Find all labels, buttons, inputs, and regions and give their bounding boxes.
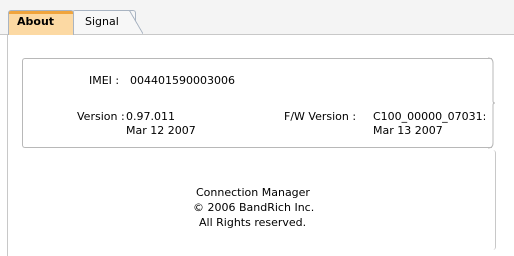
imei-label: IMEI : xyxy=(89,74,120,87)
fw-version-value: C100_00000_07031: xyxy=(373,110,485,123)
version-label: Version : xyxy=(77,110,125,123)
tab-about-label: About xyxy=(17,15,55,28)
tab-signal-edge xyxy=(129,10,143,34)
tab-about[interactable]: About xyxy=(8,10,74,35)
tab-signal-label: Signal xyxy=(85,15,119,28)
content-edge xyxy=(7,34,8,256)
about-window: Signal About IMEI : 004401590003006 Vers… xyxy=(0,0,514,256)
rights-text: All Rights reserved. xyxy=(199,216,307,229)
fw-version-date: Mar 13 2007 xyxy=(373,124,443,137)
fw-version-label: F/W Version : xyxy=(284,110,357,123)
version-date: Mar 12 2007 xyxy=(126,124,196,137)
tab-signal[interactable]: Signal xyxy=(72,10,143,34)
product-name: Connection Manager xyxy=(196,186,310,199)
imei-value: 004401590003006 xyxy=(130,74,235,87)
tab-strip-divider xyxy=(0,34,514,35)
group-box-bracket xyxy=(488,57,496,149)
copyright-text: © 2006 BandRich Inc. xyxy=(193,201,315,214)
tab-about-accent xyxy=(9,11,73,14)
version-value: 0.97.011 xyxy=(126,110,175,123)
panel-right-edge xyxy=(492,150,496,250)
